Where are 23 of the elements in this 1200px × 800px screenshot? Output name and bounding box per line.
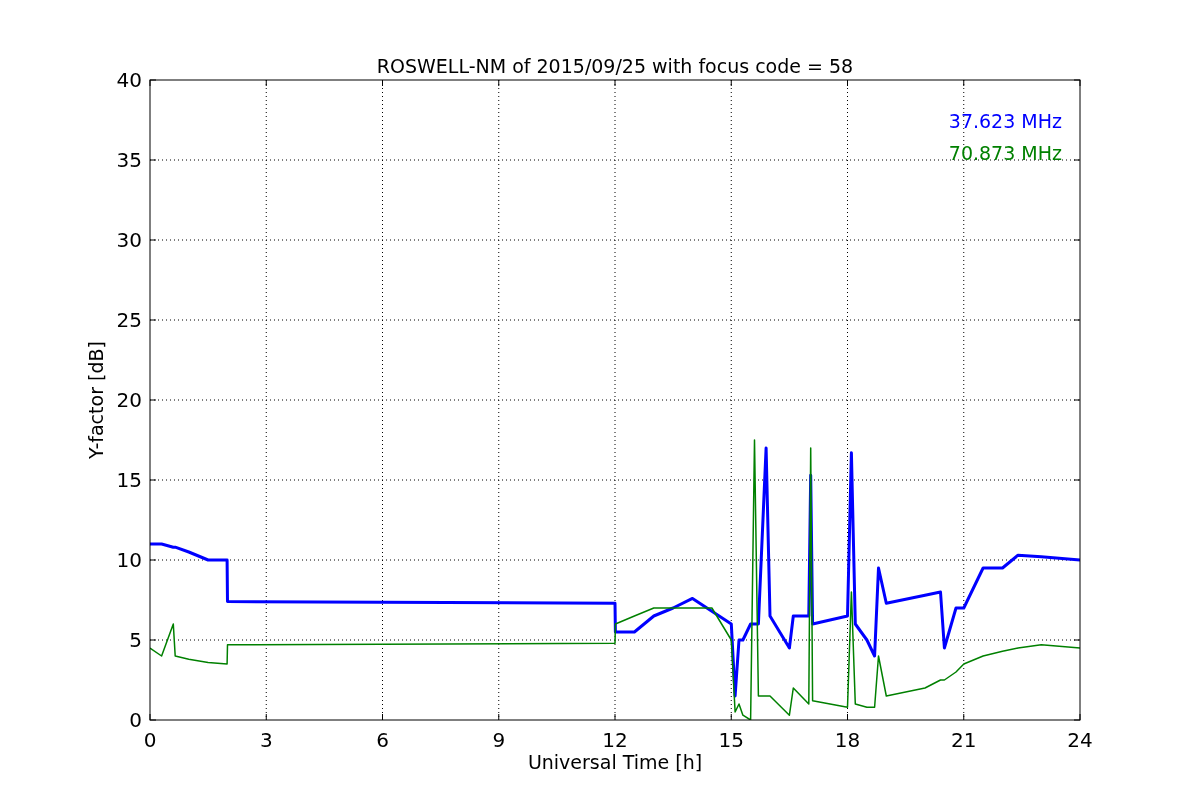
tick-label: 6 xyxy=(376,728,389,752)
chart-title: ROSWELL-NM of 2015/09/25 with focus code = 58 xyxy=(376,55,854,77)
tick-label: 9 xyxy=(492,728,506,752)
tick-label: 40 xyxy=(116,68,142,92)
x-axis-label: Universal Time [h] xyxy=(527,751,703,773)
tick-label: 12 xyxy=(602,728,628,752)
tick-label: 15 xyxy=(116,468,142,492)
legend-label: 37.623 MHz xyxy=(948,110,1062,132)
tick-label: 3 xyxy=(259,728,273,752)
tick-label: 21 xyxy=(951,728,977,752)
tick-label: 18 xyxy=(834,728,861,752)
tick-label: 35 xyxy=(116,148,142,172)
tick-label: 30 xyxy=(116,228,142,252)
y-axis-label: Y-factor [dB] xyxy=(85,341,107,459)
legend-label: 70.873 MHz xyxy=(948,142,1062,164)
tick-label: 25 xyxy=(116,308,142,332)
tick-label: 0 xyxy=(143,728,157,752)
tick-label: 10 xyxy=(116,548,142,572)
tick-label: 15 xyxy=(718,728,744,752)
tick-label: 5 xyxy=(129,628,142,652)
tick-label: 0 xyxy=(129,708,142,732)
tick-label: 20 xyxy=(116,388,142,412)
tick-label: 24 xyxy=(1067,728,1093,752)
